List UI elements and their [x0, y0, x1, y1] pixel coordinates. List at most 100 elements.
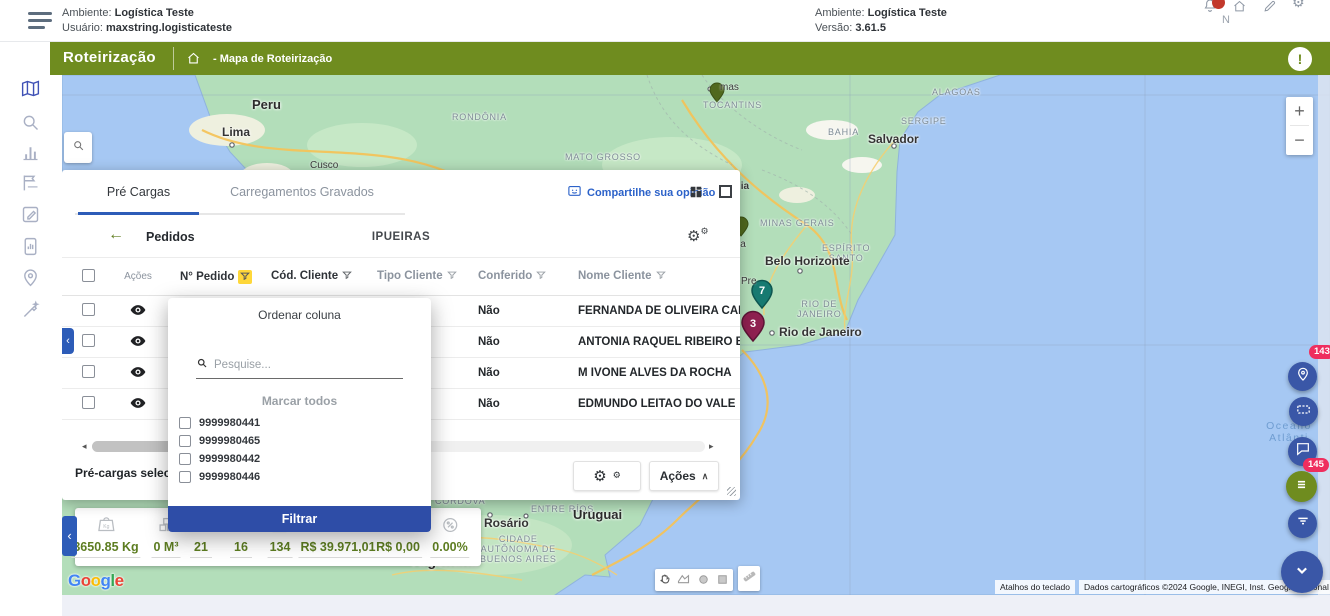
filter-search-input[interactable]	[214, 359, 403, 371]
view-eye-icon[interactable]	[129, 394, 147, 412]
search-icon	[196, 356, 208, 374]
home-icon[interactable]	[186, 51, 201, 66]
sidebar-item-report-icon[interactable]	[20, 236, 42, 258]
option-checkbox[interactable]	[179, 453, 191, 465]
stat-weight: Kg 3650.85 Kg	[71, 514, 140, 558]
list-fab-button[interactable]	[1286, 471, 1317, 502]
sidebar-item-tools-icon[interactable]	[20, 299, 42, 321]
cell-nome-cliente: M IVONE ALVES DA ROCHA	[572, 367, 740, 379]
filter-funnel-icon[interactable]	[656, 270, 666, 283]
table-header-row: Ações N° Pedido Cód. Cliente Tipo Client…	[62, 258, 740, 296]
panel-collapse-chevron[interactable]: ‹	[62, 328, 74, 354]
footer-settings-button[interactable]: ⚙⚙	[573, 461, 641, 491]
zoom-out-button[interactable]: −	[1286, 126, 1313, 154]
list-icon	[1293, 476, 1310, 498]
sidebar-item-chart-icon[interactable]	[20, 142, 42, 164]
filter-option[interactable]: 9999980446	[179, 469, 260, 485]
scroll-left-arrow[interactable]: ◂	[82, 441, 87, 452]
panel-subheader: ← Pedidos IPUEIRAS ⚙⚙	[62, 215, 740, 258]
map-edge-strip	[1318, 75, 1330, 595]
column-nome-cliente[interactable]: Nome Cliente	[572, 270, 740, 283]
svg-text:Kg: Kg	[103, 524, 109, 530]
panel-tabs: Pré Cargas Carregamentos Gravados Compar…	[62, 170, 740, 215]
gear-icon[interactable]: ⚙	[1292, 0, 1308, 12]
sidebar-item-edit-icon[interactable]	[20, 204, 42, 226]
user-initial: N	[1222, 14, 1230, 26]
row-checkbox[interactable]	[82, 334, 95, 347]
maximize-icon[interactable]	[719, 185, 732, 198]
notification-badge	[1212, 0, 1225, 9]
circle-tool-icon[interactable]	[696, 572, 712, 588]
tab-pre-cargas[interactable]: Pré Cargas	[78, 170, 199, 215]
ruler-icon[interactable]	[741, 568, 758, 590]
panel-resize-handle[interactable]	[727, 487, 736, 496]
option-checkbox[interactable]	[179, 471, 191, 483]
weight-icon: Kg	[71, 514, 140, 538]
row-checkbox[interactable]	[82, 396, 95, 409]
option-checkbox[interactable]	[179, 417, 191, 429]
cell-nome-cliente: EDMUNDO LEITAO DO VALE	[572, 398, 740, 410]
menu-icon[interactable]	[28, 12, 52, 30]
option-checkbox[interactable]	[179, 435, 191, 447]
filter-search	[196, 356, 403, 374]
filter-option[interactable]: 9999980442	[179, 451, 260, 467]
pencil-icon[interactable]	[1262, 1, 1278, 15]
column-acoes: Ações	[112, 271, 164, 282]
select-all-checkbox[interactable]	[82, 269, 95, 282]
filter-funnel-icon[interactable]	[447, 270, 457, 283]
view-eye-icon[interactable]	[129, 301, 147, 319]
polygon-tool-icon[interactable]	[676, 572, 692, 588]
markers-count-badge: 143	[1309, 345, 1330, 359]
google-logo: Google	[68, 571, 124, 591]
chevron-up-icon: ∧	[702, 471, 709, 482]
actions-button[interactable]: Ações∧	[649, 461, 719, 491]
cell-nome-cliente: FERNANDA DE OLIVEIRA CARDO	[572, 305, 740, 317]
stats-collapse-chevron[interactable]: ‹	[62, 516, 77, 556]
alert-button[interactable]: !	[1288, 47, 1312, 71]
markers-fab-button[interactable]	[1288, 362, 1317, 391]
home-icon[interactable]	[1232, 1, 1248, 15]
column-cod-cliente[interactable]: Cód. Cliente	[268, 270, 374, 283]
table-settings-button[interactable]: ⚙⚙	[687, 227, 709, 245]
view-eye-icon[interactable]	[129, 332, 147, 350]
map-marker-cluster-7[interactable]: 7	[752, 281, 772, 309]
sidebar-item-search-icon[interactable]	[20, 112, 42, 134]
sidebar-item-map-icon[interactable]	[20, 78, 42, 100]
module-navbar: Roteirização - Mapa de Roteirização !	[50, 42, 1330, 75]
column-pedido[interactable]: N° Pedido	[164, 270, 268, 284]
column-conferido[interactable]: Conferido	[476, 270, 572, 283]
column-tipo-cliente[interactable]: Tipo Cliente	[374, 270, 476, 283]
select-all-label[interactable]: Marcar todos	[168, 394, 431, 408]
keyboard-shortcuts-link[interactable]: Atalhos do teclado	[995, 580, 1075, 594]
cell-conferido: Não	[476, 367, 572, 379]
selected-precargas-label: Pré-cargas selecio	[75, 466, 181, 480]
map-marker-cluster-3[interactable]: 3	[742, 312, 764, 342]
map-search-button[interactable]	[64, 132, 92, 163]
filter-funnel-icon[interactable]	[536, 270, 546, 283]
version-info: Ambiente: Logística Teste Versão: 3.61.5	[815, 6, 947, 36]
filter-option[interactable]: 9999980465	[179, 433, 260, 449]
filter-fab-button[interactable]	[1288, 509, 1317, 538]
row-checkbox[interactable]	[82, 303, 95, 316]
row-checkbox[interactable]	[82, 365, 95, 378]
map-zoom-control: + −	[1286, 97, 1313, 155]
tab-carregamentos-gravados[interactable]: Carregamentos Gravados	[217, 170, 387, 215]
select-area-fab-button[interactable]	[1289, 397, 1318, 426]
apply-filter-button[interactable]: Filtrar	[168, 506, 431, 532]
zoom-in-button[interactable]: +	[1286, 97, 1313, 125]
filter-funnel-icon-active[interactable]	[238, 270, 252, 284]
collapse-fab-button[interactable]	[1281, 551, 1323, 593]
scroll-right-arrow[interactable]: ▸	[709, 441, 714, 452]
view-eye-icon[interactable]	[129, 363, 147, 381]
bell-icon[interactable]	[1202, 1, 1218, 15]
sidebar-item-pin-icon[interactable]	[20, 267, 42, 289]
top-header: Ambiente: Logística Teste Usuário: maxst…	[0, 0, 1330, 42]
layout-grid-icon[interactable]	[689, 185, 703, 199]
filter-funnel-icon[interactable]	[342, 270, 352, 283]
pan-hand-icon[interactable]	[657, 572, 673, 588]
filter-option[interactable]: 9999980441	[179, 415, 260, 431]
sidebar-item-milestones-icon[interactable]	[20, 172, 42, 194]
chevron-down-icon	[1292, 560, 1312, 585]
rectangle-tool-icon[interactable]	[715, 572, 731, 588]
svg-text:7: 7	[759, 285, 765, 297]
